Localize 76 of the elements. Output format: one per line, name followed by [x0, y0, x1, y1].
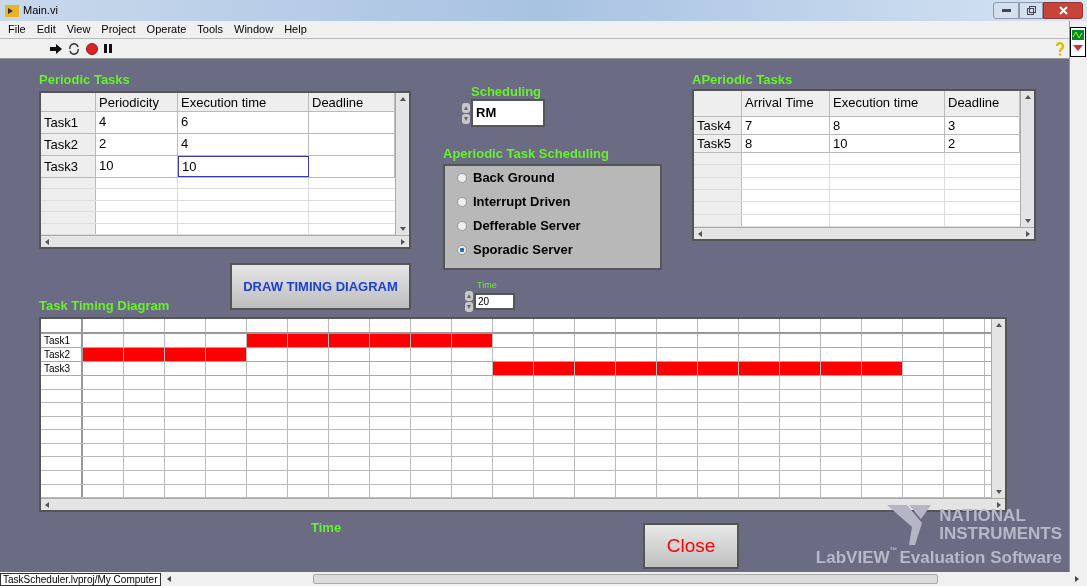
menu-item[interactable]: Project [101, 21, 136, 38]
close-icon [1058, 6, 1068, 15]
decrement-icon[interactable] [462, 113, 470, 124]
column-header: Periodicity [96, 93, 178, 111]
menu-item[interactable]: Edit [36, 21, 56, 38]
decrement-icon[interactable] [465, 302, 473, 312]
row-header: Task2 [41, 134, 96, 155]
increment-icon[interactable] [462, 102, 470, 113]
window-title: Main.vi [23, 3, 58, 19]
minimize-icon [1001, 9, 1011, 12]
menu-item[interactable]: View [66, 21, 91, 38]
column-header: Execution time [830, 91, 945, 116]
time-field[interactable]: 20 [474, 293, 515, 310]
control-label: Time [477, 279, 497, 292]
close-button[interactable] [1043, 2, 1083, 19]
table-cell[interactable]: 2 [96, 134, 178, 155]
radio-button[interactable] [457, 173, 467, 183]
menu-item[interactable]: Tools [197, 21, 224, 38]
vertical-scrollbar[interactable] [395, 93, 409, 235]
row-header: Task1 [41, 112, 96, 133]
restore-icon [1026, 6, 1036, 15]
table-cell[interactable]: 6 [178, 112, 309, 133]
row-header: Task4 [694, 117, 742, 134]
draw-timing-diagram-button[interactable]: DRAW TIMING DIAGRAM [230, 263, 411, 310]
maximize-button[interactable] [1019, 2, 1043, 19]
column-header: Arrival Time [742, 91, 830, 116]
pause-icon[interactable] [104, 44, 112, 53]
scroll-right-icon[interactable] [1073, 575, 1081, 583]
radio-label[interactable]: Interrupt Driven [473, 192, 571, 212]
vertical-scrollbar[interactable] [991, 319, 1005, 498]
table-cell[interactable]: 10 [96, 156, 178, 177]
run-continuously-icon[interactable] [68, 42, 80, 55]
control-label: Aperiodic Task Scheduling [443, 145, 609, 163]
menu-item[interactable]: Window [234, 21, 274, 38]
status-path: TaskScheduler.lvproj/My Computer [0, 572, 161, 586]
vi-icon [1070, 27, 1086, 57]
control-label: Scheduling [471, 83, 542, 101]
app-icon [5, 4, 19, 17]
minimize-button[interactable] [993, 2, 1019, 19]
radio-button[interactable] [457, 197, 467, 207]
table-cell: 7 [742, 117, 830, 134]
horizontal-scrollbar[interactable] [41, 498, 1005, 510]
table-cell[interactable]: 10 [178, 156, 309, 177]
brand-name: INSTRUMENTS [939, 525, 1062, 543]
panel-label: APeriodic Tasks [692, 71, 793, 89]
panel-label: Periodic Tasks [39, 71, 130, 89]
radio-label[interactable]: Defferable Server [473, 216, 581, 236]
increment-icon[interactable] [465, 291, 473, 301]
table-cell[interactable]: 4 [96, 112, 178, 133]
table-cell[interactable]: 4 [178, 134, 309, 155]
table-cell: 8 [742, 135, 830, 152]
panel-label: Task Timing Diagram [39, 297, 170, 315]
scheduling-field[interactable]: RM [471, 99, 545, 127]
radio-label[interactable]: Back Ground [473, 168, 555, 188]
table-cell: 10 [830, 135, 945, 152]
horizontal-scrollbar[interactable] [694, 227, 1034, 239]
radio-button[interactable] [457, 221, 467, 231]
column-header: Execution time [178, 93, 309, 111]
menu-item[interactable]: File [8, 21, 26, 38]
stop-icon[interactable] [86, 42, 98, 55]
trademark-mark: ™ [889, 545, 898, 555]
edition-label: Evaluation Software [899, 547, 1062, 569]
row-header: Task3 [41, 156, 96, 177]
vertical-scrollbar[interactable] [1020, 91, 1034, 227]
brand-name: NATIONAL [939, 507, 1027, 525]
row-header: Task5 [694, 135, 742, 152]
table-cell: 8 [830, 117, 945, 134]
menu-item[interactable]: Operate [146, 21, 187, 38]
radio-label[interactable]: Sporadic Server [473, 240, 573, 260]
axis-label: Time [311, 519, 342, 537]
radio-button[interactable] [457, 245, 467, 255]
menu-item[interactable]: Help [284, 21, 307, 38]
horizontal-scrollbar[interactable] [41, 235, 409, 247]
run-arrow-icon[interactable] [50, 43, 62, 54]
scroll-thumb[interactable] [312, 574, 938, 584]
product-name: LabVIEW [815, 548, 890, 569]
